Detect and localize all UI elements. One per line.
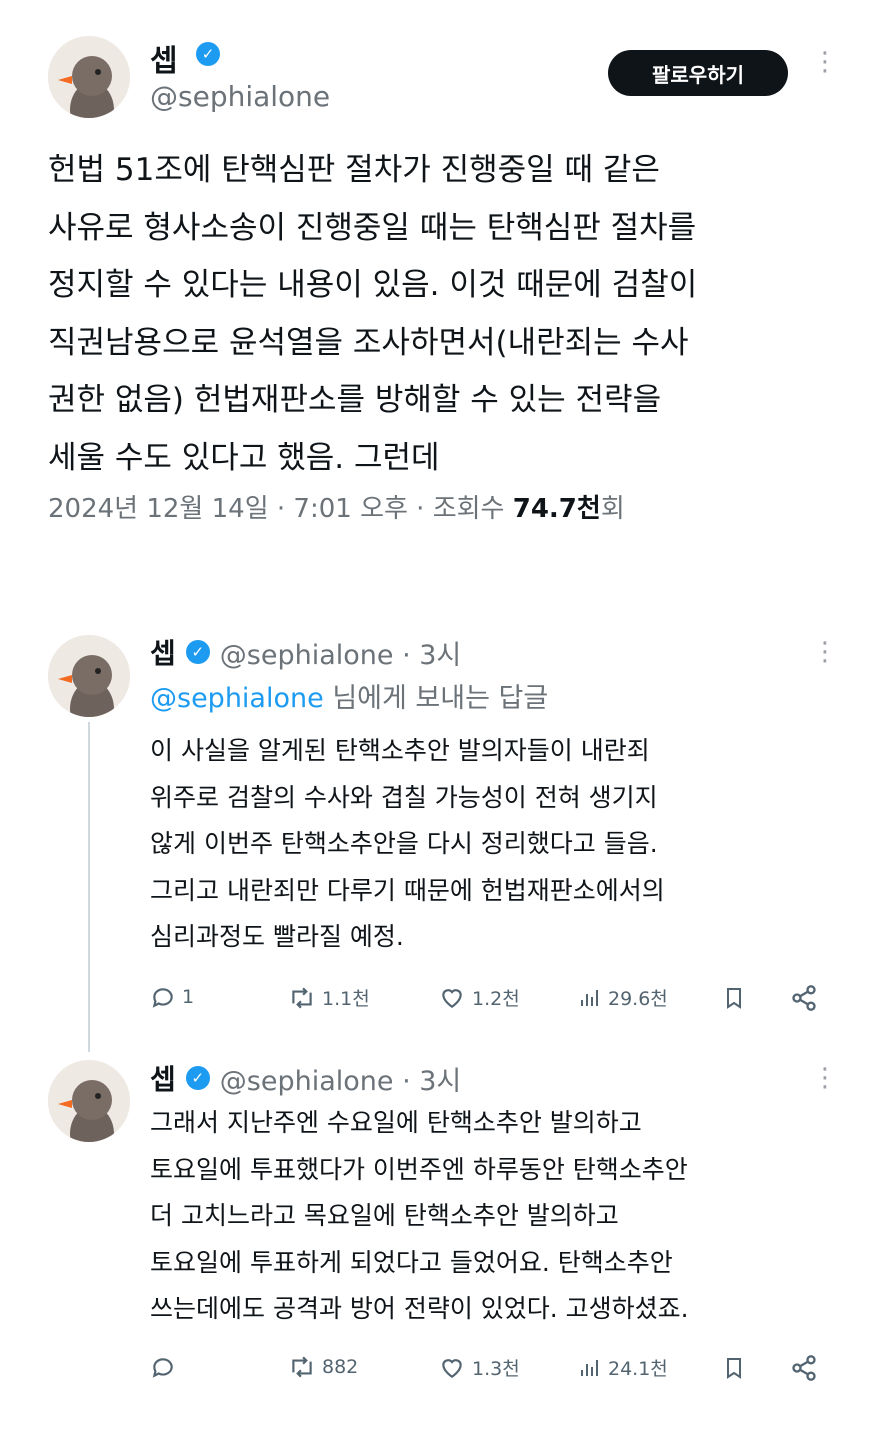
tweet-text: 이 사실을 알게된 탄핵소추안 발의자들이 내란죄 위주로 검찰의 수사와 겹칠… bbox=[150, 736, 665, 951]
tweet-meta: 2024년 12월 14일 · 7:01 오후 · 조회수 74.7천회 bbox=[48, 488, 625, 525]
retweet-button[interactable]: 1.1천 bbox=[288, 984, 370, 1011]
share-button[interactable] bbox=[790, 1354, 818, 1382]
share-icon bbox=[792, 985, 816, 1011]
bookmark-button[interactable] bbox=[722, 1354, 746, 1382]
reply-icon bbox=[152, 988, 173, 1008]
avatar[interactable] bbox=[48, 635, 130, 717]
bookmark-icon bbox=[727, 988, 741, 1009]
reply-count: 1 bbox=[182, 986, 195, 1008]
author-name[interactable]: 셉 bbox=[150, 632, 176, 672]
more-options-icon[interactable]: ⋮ bbox=[812, 49, 838, 75]
timestamp-and-views-label: 2024년 12월 14일 · 7:01 오후 · 조회수 bbox=[48, 494, 513, 524]
retweet-icon bbox=[292, 1356, 312, 1378]
like-button[interactable]: 1.3천 bbox=[438, 1354, 520, 1381]
reply-icon bbox=[152, 1358, 173, 1378]
avatar[interactable] bbox=[48, 1060, 130, 1142]
reply-to-handle[interactable]: @sephialone bbox=[150, 683, 324, 714]
like-count: 1.2천 bbox=[472, 988, 520, 1010]
duck-avatar-icon bbox=[48, 36, 130, 118]
thread-line bbox=[88, 722, 90, 1052]
tweet-text: 그래서 지난주엔 수요일에 탄핵소추안 발의하고 토요일에 투표했다가 이번주엔… bbox=[150, 1108, 689, 1323]
retweet-icon bbox=[292, 987, 312, 1008]
reply-header: 셉 ✓ @sephialone · 3시 bbox=[150, 632, 461, 672]
views-icon bbox=[581, 1359, 598, 1376]
tweet-text: 헌법 51조에 탄핵심판 절차가 진행중일 때 같은 사유로 형사소송이 진행중… bbox=[48, 152, 698, 476]
author-handle-time[interactable]: @sephialone · 3시 bbox=[220, 1059, 462, 1098]
views-count: 29.6천 bbox=[608, 988, 668, 1010]
views-button[interactable]: 24.1천 bbox=[578, 1354, 668, 1381]
like-icon bbox=[442, 1358, 462, 1378]
verified-badge-icon: ✓ bbox=[196, 42, 220, 66]
retweet-count: 1.1천 bbox=[322, 988, 370, 1010]
share-button[interactable] bbox=[790, 984, 818, 1012]
duck-avatar-icon bbox=[48, 635, 130, 717]
views-icon bbox=[581, 989, 598, 1006]
reply-button[interactable]: 1 bbox=[150, 984, 194, 1010]
author-handle[interactable]: @sephialone bbox=[150, 80, 330, 113]
views-button[interactable]: 29.6천 bbox=[578, 984, 668, 1011]
like-button[interactable]: 1.2천 bbox=[438, 984, 520, 1011]
reply-header: 셉 ✓ @sephialone · 3시 bbox=[150, 1058, 461, 1098]
more-options-icon[interactable]: ⋮ bbox=[812, 639, 838, 665]
action-bar: 1 1.1천 1.2천 29.6천 bbox=[150, 982, 830, 1018]
reply-button[interactable] bbox=[150, 1354, 182, 1380]
verified-badge-icon: ✓ bbox=[185, 1066, 210, 1090]
author-name[interactable]: 셉 bbox=[150, 1058, 176, 1098]
avatar[interactable] bbox=[48, 36, 130, 118]
share-icon bbox=[792, 1355, 816, 1381]
views-count: 74.7천 bbox=[512, 494, 601, 524]
bookmark-icon bbox=[727, 1358, 741, 1379]
like-icon bbox=[442, 988, 462, 1008]
reply-to-label: 님에게 보내는 답글 bbox=[323, 683, 549, 714]
like-count: 1.3천 bbox=[472, 1358, 520, 1380]
follow-button[interactable]: 팔로우하기 bbox=[608, 50, 788, 96]
views-count: 24.1천 bbox=[608, 1358, 668, 1380]
retweet-button[interactable]: 882 bbox=[288, 1354, 358, 1380]
duck-avatar-icon bbox=[48, 1060, 130, 1142]
author-name[interactable]: 셉 bbox=[150, 36, 178, 80]
retweet-count: 882 bbox=[322, 1356, 359, 1378]
more-options-icon[interactable]: ⋮ bbox=[812, 1065, 838, 1091]
bookmark-button[interactable] bbox=[722, 984, 746, 1012]
action-bar: 882 1.3천 24.1천 bbox=[150, 1352, 830, 1388]
verified-badge-icon: ✓ bbox=[185, 640, 210, 664]
author-handle-time[interactable]: @sephialone · 3시 bbox=[220, 633, 462, 672]
reply-to-line: @sephialone 님에게 보내는 답글 bbox=[150, 676, 548, 715]
views-suffix: 회 bbox=[600, 494, 625, 524]
